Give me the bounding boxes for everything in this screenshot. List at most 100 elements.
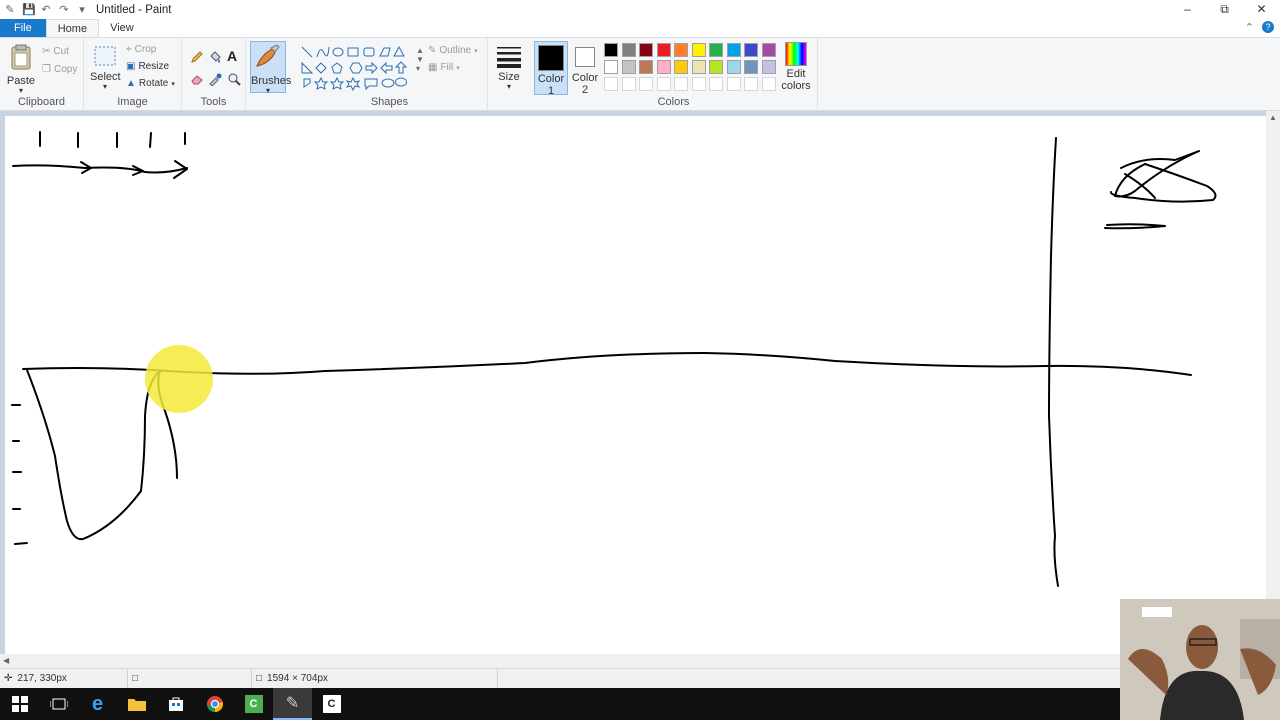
tab-view[interactable]: View bbox=[99, 19, 145, 37]
palette-swatch[interactable] bbox=[674, 60, 688, 74]
custom-color-slot[interactable] bbox=[674, 77, 688, 91]
text-tool-icon[interactable]: A bbox=[227, 48, 237, 64]
folder-icon bbox=[127, 699, 146, 711]
horizontal-scrollbar[interactable]: ◀ bbox=[0, 654, 1266, 668]
task-view-button[interactable] bbox=[39, 688, 78, 720]
paint-taskbar-button[interactable]: ✎ bbox=[273, 688, 312, 720]
scroll-up-icon[interactable]: ▲ bbox=[1269, 113, 1277, 122]
webcam-person bbox=[1120, 599, 1280, 720]
eraser-icon[interactable] bbox=[190, 72, 204, 86]
stroke-scribble bbox=[1110, 150, 1217, 203]
start-button[interactable] bbox=[0, 688, 39, 720]
vertical-scrollbar[interactable]: ▲ bbox=[1266, 111, 1280, 654]
shapes-scroll-icon[interactable]: ▲ ▼ ▾ bbox=[416, 46, 424, 73]
palette-swatch[interactable] bbox=[639, 60, 653, 74]
minimize-button[interactable]: – bbox=[1169, 0, 1206, 19]
fill-icon: ▦ bbox=[428, 62, 438, 73]
minimize-ribbon-icon[interactable]: ⌃ bbox=[1245, 21, 1254, 34]
restore-button[interactable]: ⧉ bbox=[1206, 0, 1243, 19]
store-taskbar-button[interactable] bbox=[156, 688, 195, 720]
custom-color-slot[interactable] bbox=[726, 77, 741, 91]
edit-colors-button[interactable]: Edit colors bbox=[778, 42, 814, 92]
custom-color-slot[interactable] bbox=[656, 77, 671, 91]
custom-color-slot[interactable] bbox=[639, 77, 653, 91]
resize-icon: ▣ bbox=[126, 61, 136, 72]
palette-swatch[interactable] bbox=[744, 43, 758, 57]
edge-taskbar-button[interactable]: e bbox=[78, 688, 117, 720]
palette-swatch[interactable] bbox=[604, 60, 618, 74]
cursor-position: ✛ 217, 330px bbox=[0, 668, 128, 689]
palette-swatch[interactable] bbox=[726, 43, 741, 57]
brushes-button[interactable]: Brushes ▾ bbox=[250, 41, 291, 95]
palette-swatch[interactable] bbox=[761, 60, 776, 74]
tab-home[interactable]: Home bbox=[45, 19, 100, 37]
custom-color-slot[interactable] bbox=[621, 77, 636, 91]
custom-color-slot[interactable] bbox=[604, 77, 618, 91]
undo-icon[interactable]: ↶ bbox=[40, 4, 52, 16]
rectangle-shape-icon bbox=[347, 47, 359, 57]
taskbar: e C ✎ C bbox=[0, 688, 1280, 720]
close-button[interactable]: ✕ bbox=[1243, 0, 1280, 19]
palette-swatch[interactable] bbox=[621, 43, 636, 57]
rotate-dropdown-icon: ▾ bbox=[171, 80, 175, 88]
palette-swatch[interactable] bbox=[674, 43, 688, 57]
palette-swatch[interactable] bbox=[656, 60, 671, 74]
paint-palette-icon: ✎ bbox=[285, 695, 300, 712]
crop-label: Crop bbox=[134, 44, 157, 55]
right-triangle-shape-icon bbox=[301, 61, 314, 74]
shapes-gallery[interactable] bbox=[300, 45, 416, 91]
select-dropdown-icon[interactable]: ▾ bbox=[90, 83, 120, 91]
file-explorer-taskbar-button[interactable] bbox=[117, 688, 156, 720]
paste-button[interactable]: Paste ▾ bbox=[6, 44, 36, 95]
custom-color-slot[interactable] bbox=[744, 77, 758, 91]
palette-swatch[interactable] bbox=[726, 60, 741, 74]
custom-color-slot[interactable] bbox=[709, 77, 723, 91]
select-button[interactable]: Select ▾ bbox=[90, 44, 121, 91]
redo-icon[interactable]: ↷ bbox=[58, 4, 70, 16]
down-arrow-shape-icon bbox=[303, 78, 311, 88]
palette-swatch[interactable] bbox=[691, 60, 706, 74]
clipboard-group-label: Clipboard bbox=[17, 96, 66, 108]
palette-swatch[interactable] bbox=[656, 43, 671, 57]
palette-swatch[interactable] bbox=[691, 43, 706, 57]
status-bar: ✛ 217, 330px □ □ 1594 × 704px bbox=[0, 668, 1280, 689]
pencil-icon[interactable] bbox=[190, 50, 204, 64]
magnifier-icon[interactable] bbox=[227, 72, 241, 86]
paste-dropdown-icon[interactable]: ▾ bbox=[6, 87, 36, 95]
camtasia-taskbar-button[interactable]: C bbox=[234, 688, 273, 720]
select-rectangle-icon bbox=[94, 46, 116, 66]
paint-app-icon[interactable]: ✎ bbox=[4, 4, 16, 16]
camtasia-recorder-taskbar-button[interactable]: C bbox=[312, 688, 351, 720]
scroll-left-icon[interactable]: ◀ bbox=[3, 656, 9, 665]
palette-swatch[interactable] bbox=[621, 60, 636, 74]
fill-button[interactable]: ▦ Fill ▾ bbox=[428, 62, 460, 73]
color-picker-icon[interactable] bbox=[208, 72, 222, 86]
save-icon[interactable]: 💾 bbox=[22, 4, 36, 16]
quick-access-toolbar: ✎ 💾 ↶ ↷ ▾ bbox=[0, 4, 88, 16]
image-group-label: Image bbox=[117, 96, 148, 108]
crop-button[interactable]: ⌖ Crop bbox=[126, 44, 156, 55]
palette-swatch[interactable] bbox=[709, 60, 723, 74]
palette-swatch[interactable] bbox=[761, 43, 776, 57]
customize-quick-access-icon[interactable]: ▾ bbox=[76, 4, 88, 16]
palette-swatch[interactable] bbox=[639, 43, 653, 57]
chrome-taskbar-button[interactable] bbox=[195, 688, 234, 720]
triangle-shape-icon bbox=[393, 45, 405, 57]
palette-swatch[interactable] bbox=[709, 43, 723, 57]
custom-color-slot[interactable] bbox=[761, 77, 776, 91]
palette-swatch[interactable] bbox=[604, 43, 618, 57]
rotate-label: Rotate bbox=[138, 78, 169, 89]
tab-file[interactable]: File bbox=[0, 19, 46, 37]
five-point-star-shape-icon bbox=[329, 76, 345, 90]
custom-color-slot[interactable] bbox=[691, 77, 706, 91]
stroke-equals bbox=[1104, 223, 1166, 230]
size-button[interactable]: Size ▾ bbox=[494, 44, 524, 91]
palette-swatch[interactable] bbox=[744, 60, 758, 74]
copy-button[interactable]: ❐ Copy bbox=[42, 64, 77, 75]
help-icon[interactable]: ? bbox=[1262, 21, 1274, 33]
rotate-button[interactable]: ▲ Rotate ▾ bbox=[126, 78, 175, 89]
fill-bucket-icon[interactable] bbox=[208, 50, 222, 64]
resize-button[interactable]: ▣ Resize bbox=[126, 61, 169, 72]
cut-button[interactable]: ✂ Cut bbox=[42, 46, 69, 57]
outline-button[interactable]: ✎ Outline ▾ bbox=[428, 45, 478, 56]
